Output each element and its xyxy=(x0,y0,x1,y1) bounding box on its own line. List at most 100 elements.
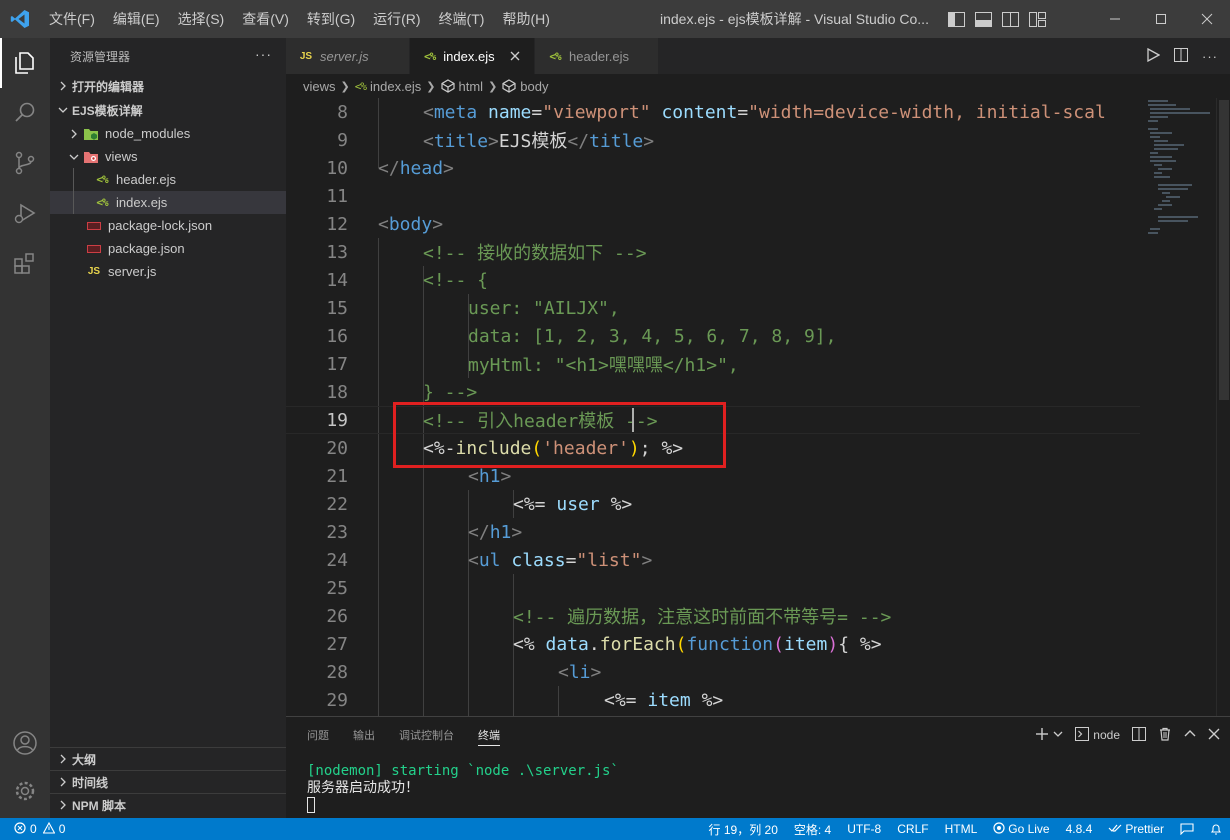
tab-debug-console[interactable]: 调试控制台 xyxy=(399,717,454,753)
status-bar: 0 0 行 19，列 20 空格: 4 UTF-8 CRLF HTML Go L… xyxy=(0,818,1230,840)
tab-terminal[interactable]: 终端 xyxy=(478,717,500,753)
chevron-right-icon xyxy=(56,79,70,93)
tree-item-index-ejs[interactable]: <% index.ejs xyxy=(50,191,286,214)
ejs-file-icon: <% xyxy=(424,49,436,63)
feedback-icon[interactable] xyxy=(1172,823,1202,835)
account-icon[interactable] xyxy=(0,718,50,768)
breadcrumb-body[interactable]: body xyxy=(520,79,548,94)
code-line: 14 <!-- { xyxy=(286,266,1140,294)
code-line: 28 <li> xyxy=(286,658,1140,686)
layout-controls xyxy=(948,0,1046,38)
close-panel-icon[interactable] xyxy=(1208,728,1220,743)
tree-item-views[interactable]: views xyxy=(50,145,286,168)
tab-header-ejs[interactable]: <% header.ejs xyxy=(535,38,659,74)
line-number: 23 xyxy=(326,521,348,543)
line-number: 29 xyxy=(326,689,348,711)
extensions-icon[interactable] xyxy=(0,238,50,288)
menu-terminal[interactable]: 终端(T) xyxy=(430,0,494,38)
code-line: 17 myHtml: "<h1>嘿嘿嘿</h1>", xyxy=(286,350,1140,378)
tree-item-label: package.json xyxy=(108,241,185,256)
tree-item-header-ejs[interactable]: <% header.ejs xyxy=(50,168,286,191)
terminal-panel: 问题 输出 调试控制台 终端 node [nodemon] starting `… xyxy=(286,716,1230,818)
tab-index-ejs[interactable]: <% index.ejs xyxy=(410,38,535,74)
status-right: 行 19，列 20 空格: 4 UTF-8 CRLF HTML Go Live … xyxy=(701,818,1230,840)
more-actions-icon[interactable]: ··· xyxy=(255,46,272,62)
broadcast-icon xyxy=(993,821,1005,837)
tree-item-package-json[interactable]: package.json xyxy=(50,237,286,260)
explorer-title: 资源管理器 xyxy=(70,49,131,64)
close-icon[interactable] xyxy=(1184,0,1230,38)
tab-output[interactable]: 输出 xyxy=(353,717,375,753)
open-editors-section[interactable]: 打开的编辑器 xyxy=(50,74,286,98)
code-line: 10 </head> xyxy=(286,154,1140,182)
language-mode[interactable]: HTML xyxy=(937,822,986,836)
encoding[interactable]: UTF-8 xyxy=(839,822,889,836)
menu-goto[interactable]: 转到(G) xyxy=(298,0,364,38)
line-number: 17 xyxy=(326,353,348,375)
new-terminal-icon[interactable] xyxy=(1035,727,1049,744)
indentation[interactable]: 空格: 4 xyxy=(786,821,839,838)
notifications-bell-icon[interactable] xyxy=(1202,823,1230,835)
code-line: 15 user: "AILJX", xyxy=(286,294,1140,322)
problems-status[interactable]: 0 0 xyxy=(0,821,65,837)
menu-help[interactable]: 帮助(H) xyxy=(493,0,558,38)
project-section[interactable]: EJS模板详解 xyxy=(50,98,286,122)
toggle-sidebar-icon[interactable] xyxy=(948,11,965,28)
prettier-status[interactable]: Prettier xyxy=(1100,822,1172,836)
cursor-position[interactable]: 行 19，列 20 xyxy=(701,821,786,838)
editor-scrollbar[interactable] xyxy=(1216,98,1230,716)
trash-icon[interactable] xyxy=(1158,727,1172,744)
terminal-selector[interactable]: node xyxy=(1075,726,1120,744)
scrollbar-thumb[interactable] xyxy=(1219,100,1229,400)
timeline-section[interactable]: 时间线 xyxy=(50,770,286,793)
line-number: 18 xyxy=(326,381,348,403)
tree-item-server-js[interactable]: JS server.js xyxy=(50,260,286,283)
menu-selection[interactable]: 选择(S) xyxy=(169,0,234,38)
breadcrumb-html[interactable]: html xyxy=(459,79,484,94)
menu-edit[interactable]: 编辑(E) xyxy=(104,0,169,38)
json-file-icon xyxy=(86,241,102,257)
menu-run[interactable]: 运行(R) xyxy=(364,0,429,38)
line-number: 9 xyxy=(337,129,348,151)
run-file-icon[interactable] xyxy=(1146,47,1161,65)
outline-section[interactable]: 大纲 xyxy=(50,747,286,770)
split-editor-icon[interactable] xyxy=(1174,47,1188,65)
customize-layout-icon[interactable] xyxy=(1029,11,1046,28)
indent-guide xyxy=(73,191,74,214)
chevron-up-icon[interactable] xyxy=(1184,728,1196,743)
menu-file[interactable]: 文件(F) xyxy=(40,0,104,38)
code-line: 27 <% data.forEach(function(item){ %> xyxy=(286,630,1140,658)
ts-version[interactable]: 4.8.4 xyxy=(1058,822,1101,836)
line-number: 14 xyxy=(326,269,348,291)
explorer-icon[interactable] xyxy=(0,38,50,88)
tab-server-js[interactable]: JS server.js xyxy=(286,38,410,74)
breadcrumb-file[interactable]: index.ejs xyxy=(370,79,421,94)
tree-item-label: index.ejs xyxy=(116,195,168,210)
npm-scripts-section[interactable]: NPM 脚本 xyxy=(50,793,286,816)
minimap[interactable] xyxy=(1140,98,1216,716)
minimize-icon[interactable] xyxy=(1092,0,1138,38)
tab-problems[interactable]: 问题 xyxy=(307,717,329,753)
go-live-button[interactable]: Go Live xyxy=(985,821,1057,837)
maximize-icon[interactable] xyxy=(1138,0,1184,38)
chevron-right-icon: ❯ xyxy=(340,80,350,93)
source-control-icon[interactable] xyxy=(0,138,50,188)
terminal-output[interactable]: [nodemon] starting `node .\server.js` 服务… xyxy=(286,763,1230,814)
js-file-icon: JS xyxy=(87,266,101,277)
more-actions-icon[interactable]: ··· xyxy=(1202,49,1218,64)
tree-item-package-lock[interactable]: package-lock.json xyxy=(50,214,286,237)
close-tab-icon[interactable] xyxy=(509,49,522,63)
tree-item-node-modules[interactable]: node_modules xyxy=(50,122,286,145)
chevron-down-icon[interactable] xyxy=(1053,728,1063,742)
toggle-panel-icon[interactable] xyxy=(975,11,992,28)
split-terminal-icon[interactable] xyxy=(1132,726,1146,744)
run-debug-icon[interactable] xyxy=(0,188,50,238)
breadcrumb-views[interactable]: views xyxy=(303,79,336,94)
ejs-file-icon: <% xyxy=(549,49,561,63)
end-of-line[interactable]: CRLF xyxy=(889,822,936,836)
settings-gear-icon[interactable] xyxy=(0,766,50,816)
toggle-secondary-sidebar-icon[interactable] xyxy=(1002,11,1019,28)
project-label: EJS模板详解 xyxy=(72,103,143,118)
menu-view[interactable]: 查看(V) xyxy=(233,0,298,38)
search-icon[interactable] xyxy=(0,88,50,138)
